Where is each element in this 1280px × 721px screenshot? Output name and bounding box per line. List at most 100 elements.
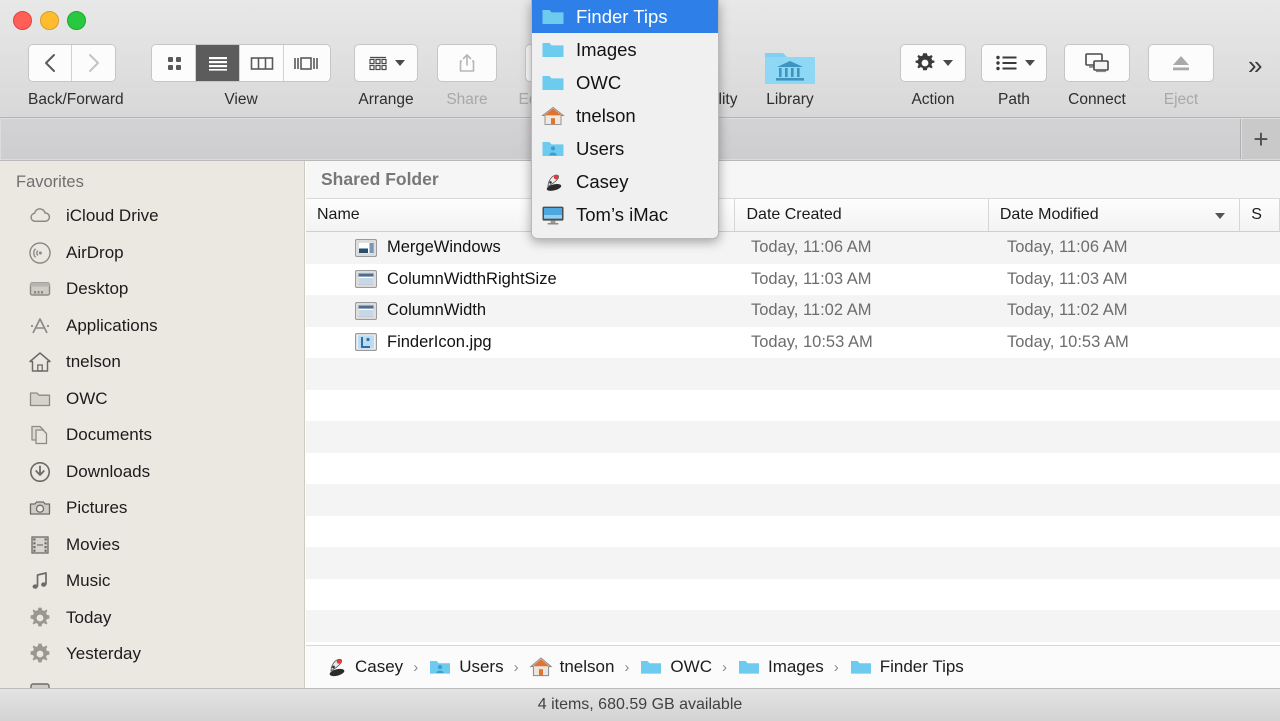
toolbar-overflow-button[interactable]: »	[1248, 52, 1262, 78]
cell-date-modified: Today, 11:03 AM	[1007, 269, 1128, 288]
folder-icon	[29, 392, 51, 406]
chevron-left-icon	[45, 54, 55, 72]
sidebar-item-airdrop[interactable]: AirDrop	[0, 235, 304, 272]
arrange-icon	[369, 56, 387, 71]
breadcrumb-label: Casey	[355, 657, 404, 676]
table-row[interactable]: ColumnWidth Today, 11:02 AM Today, 11:02…	[306, 295, 1280, 327]
path-label: Path	[998, 91, 1030, 108]
action-button[interactable]	[900, 44, 966, 82]
menu-item-label: Users	[576, 137, 625, 159]
menu-item-owc[interactable]: OWC	[532, 66, 718, 99]
breadcrumb-images[interactable]: Images	[737, 655, 824, 679]
library-label: Library	[766, 91, 814, 108]
connect-icon	[1085, 53, 1109, 73]
sidebar-item-movies[interactable]: Movies	[0, 527, 304, 564]
sidebar-item-tnelson[interactable]: tnelson	[0, 344, 304, 381]
column-header-size[interactable]: S	[1240, 199, 1280, 231]
desktop-icon	[30, 683, 50, 688]
breadcrumb-casey[interactable]: Casey	[324, 655, 403, 679]
sidebar-item-label: Downloads	[66, 461, 151, 481]
cell-date-created: Today, 11:03 AM	[751, 269, 872, 288]
menu-item-users[interactable]: Users	[532, 132, 718, 165]
breadcrumb-label: Users	[459, 657, 504, 676]
table-row[interactable]: FinderIcon.jpg Today, 10:53 AM Today, 10…	[306, 326, 1280, 358]
zoom-button[interactable]	[67, 11, 86, 30]
sidebar-item-today[interactable]: Today	[0, 600, 304, 637]
status-text: 4 items, 680.59 GB available	[537, 696, 743, 713]
pictures-icon	[29, 501, 51, 515]
share-button[interactable]	[437, 44, 497, 82]
sidebar-item-applications[interactable]: Applications	[0, 308, 304, 345]
breadcrumb-label: OWC	[670, 657, 712, 676]
downloads-icon	[30, 461, 50, 482]
grid-view-icon	[167, 57, 181, 70]
menu-item-tnelson[interactable]: tnelson	[532, 99, 718, 132]
breadcrumb-owc[interactable]: OWC	[639, 655, 712, 679]
table-row[interactable]: MergeWindows Today, 11:06 AM Today, 11:0…	[306, 232, 1280, 264]
imac-icon	[542, 206, 564, 224]
cell-name: MergeWindows	[306, 238, 740, 257]
forward-button[interactable]	[72, 45, 115, 81]
casey-disk-icon	[329, 658, 345, 677]
back-button[interactable]	[29, 45, 73, 81]
sidebar[interactable]: Favorites iCloud Drive AirDrop Desktop A…	[0, 161, 305, 688]
menu-item-finder-tips[interactable]: Finder Tips	[532, 0, 718, 33]
empty-row	[306, 358, 1280, 390]
desktop-icon	[29, 282, 51, 296]
library-folder-icon[interactable]	[763, 44, 817, 88]
empty-row	[306, 610, 1280, 642]
view-gallery-mode-button[interactable]	[284, 45, 328, 81]
breadcrumb-users[interactable]: Users	[428, 655, 504, 679]
sidebar-item-label: iCloud Drive	[66, 206, 159, 226]
table-row[interactable]: ColumnWidthRightSize Today, 11:03 AM Tod…	[306, 263, 1280, 295]
chevron-down-icon	[943, 60, 953, 66]
empty-row	[306, 421, 1280, 453]
minimize-button[interactable]	[40, 11, 59, 30]
view-icon-mode-button[interactable]	[152, 45, 196, 81]
casey-disk-icon	[546, 174, 562, 191]
sidebar-item-downloads[interactable]: Downloads	[0, 454, 304, 491]
cell-date-created: Today, 11:06 AM	[751, 238, 872, 257]
menu-item-casey[interactable]: Casey	[532, 165, 718, 198]
sidebar-item-music[interactable]: Music	[0, 563, 304, 600]
column-header-row: Name Date Created Date Modified S	[306, 199, 1280, 232]
sidebar-item-owc[interactable]: OWC	[0, 381, 304, 418]
arrange-button[interactable]	[354, 44, 418, 82]
sidebar-item-desktop[interactable]: Desktop	[0, 271, 304, 308]
back-forward-label: Back/Forward	[28, 91, 124, 108]
path-dropdown-menu[interactable]: Finder Tips Images OWC tnelson Users Cas…	[531, 0, 719, 239]
music-icon	[32, 572, 47, 590]
sidebar-item-clipped[interactable]	[0, 673, 304, 688]
empty-row	[306, 547, 1280, 579]
folder-icon	[850, 661, 871, 674]
menu-item-label: Images	[576, 38, 637, 60]
path-button[interactable]	[981, 44, 1047, 82]
column-header-date-modified[interactable]: Date Modified	[989, 199, 1241, 231]
cell-name: FinderIcon.jpg	[306, 333, 740, 352]
sidebar-item-documents[interactable]: Documents	[0, 417, 304, 454]
breadcrumb-finder-tips[interactable]: Finder Tips	[849, 655, 964, 679]
sidebar-item-icloud-drive[interactable]: iCloud Drive	[0, 198, 304, 235]
menu-item-label: OWC	[576, 71, 622, 93]
path-list-icon	[996, 55, 1017, 71]
sidebar-item-label: Pictures	[66, 498, 128, 518]
home-icon	[529, 657, 553, 677]
empty-row	[306, 389, 1280, 421]
menu-item-toms-imac[interactable]: Tom’s iMac	[532, 198, 718, 231]
list-view-icon	[208, 57, 227, 71]
breadcrumb-tnelson[interactable]: tnelson	[529, 655, 614, 679]
view-list-mode-button[interactable]	[196, 45, 240, 81]
column-header-date-created[interactable]: Date Created	[735, 199, 989, 231]
close-button[interactable]	[13, 11, 32, 30]
image-preview-icon	[355, 301, 377, 320]
gear-icon	[30, 643, 50, 663]
sidebar-item-pictures[interactable]: Pictures	[0, 490, 304, 527]
new-tab-button[interactable]: +	[1242, 119, 1280, 159]
users-folder-icon	[542, 141, 564, 156]
view-column-mode-button[interactable]	[240, 45, 284, 81]
eject-button[interactable]	[1148, 44, 1214, 82]
action-label: Action	[911, 91, 955, 108]
connect-button[interactable]	[1064, 44, 1130, 82]
menu-item-images[interactable]: Images	[532, 33, 718, 66]
sidebar-item-yesterday[interactable]: Yesterday	[0, 636, 304, 673]
